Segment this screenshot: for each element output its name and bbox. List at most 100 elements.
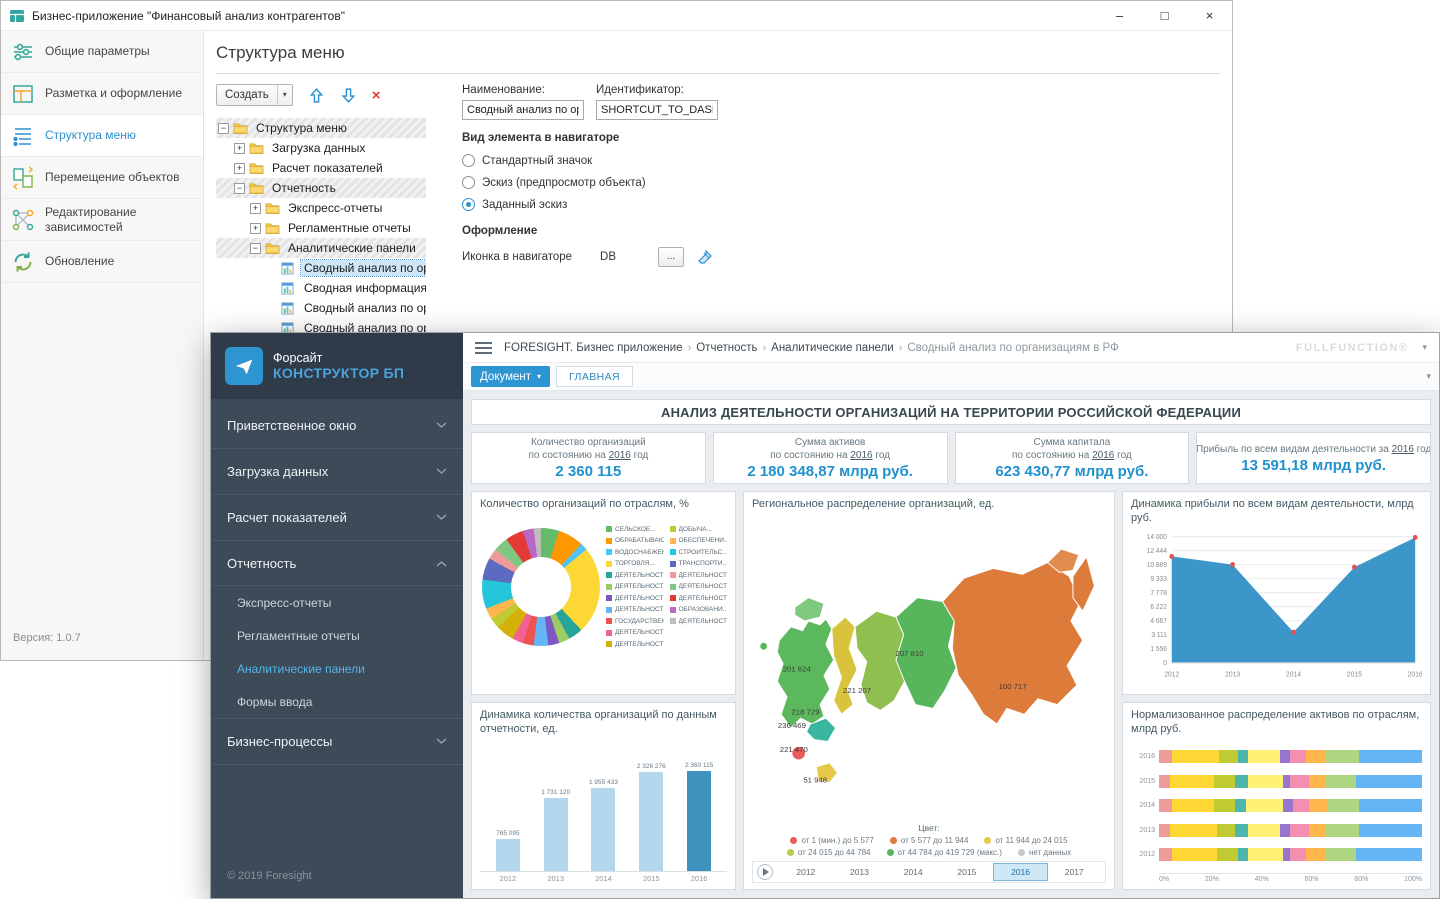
map-region[interactable] xyxy=(943,562,1083,723)
move-down-button[interactable] xyxy=(340,87,357,104)
sidebar-section-label: Бизнес-процессы xyxy=(227,734,332,749)
axis-tick-label: 2015 xyxy=(1131,778,1155,785)
timeline-year[interactable]: 2012 xyxy=(779,864,833,880)
name-input[interactable] xyxy=(462,100,584,120)
radio-option[interactable]: Эскиз (предпросмотр объекта) xyxy=(462,176,762,189)
radio-button[interactable] xyxy=(462,154,475,167)
stacked-row: 2013 xyxy=(1131,824,1422,837)
window-title: Бизнес-приложение "Финансовый анализ кон… xyxy=(32,9,345,23)
tree-node[interactable]: −Аналитические панели xyxy=(216,238,426,258)
move-up-button[interactable] xyxy=(308,87,325,104)
timeline-year[interactable]: 2016 xyxy=(994,864,1048,880)
breadcrumb-item[interactable]: FORESIGHT. Бизнес приложение xyxy=(504,342,683,354)
hamburger-icon[interactable] xyxy=(475,342,492,354)
axis-tick-label: 2012 xyxy=(487,874,529,883)
sidebar-item-general-params[interactable]: Общие параметры xyxy=(1,31,203,73)
legend-item: ДЕЯТЕЛЬНОСТЬ... xyxy=(606,583,664,590)
sidebar-subitem[interactable]: Аналитические панели xyxy=(211,652,463,685)
map-region[interactable] xyxy=(795,597,824,620)
legend-label: от 24 015 до 44 784 xyxy=(798,848,871,857)
sidebar-subitem[interactable]: Экспресс-отчеты xyxy=(211,586,463,619)
timeline-year[interactable]: 2017 xyxy=(1047,864,1101,880)
radio-button[interactable] xyxy=(462,176,475,189)
bar-value-label: 2 326 276 xyxy=(637,763,666,770)
stacked-segment xyxy=(1159,848,1172,861)
tree-node[interactable]: +Расчет показателей xyxy=(216,158,426,178)
tree-node[interactable]: Сводный анализ по орган xyxy=(216,298,426,318)
play-button[interactable] xyxy=(757,864,773,880)
sidebar-section-header[interactable]: Расчет показателей xyxy=(211,495,463,540)
header-dropdown-caret[interactable]: ▾ xyxy=(1422,342,1427,353)
document-menu-button[interactable]: Документ ▾ xyxy=(471,366,550,387)
chevron-down-icon xyxy=(436,514,447,521)
collapse-icon[interactable]: − xyxy=(250,243,261,254)
legend-swatch xyxy=(670,526,676,532)
minimize-button[interactable]: – xyxy=(1097,1,1142,31)
tree-node[interactable]: Сводный анализ по орган xyxy=(216,258,426,278)
breadcrumb-item[interactable]: Отчетность xyxy=(696,342,757,354)
breadcrumb-item[interactable]: Сводный анализ по организациям в РФ xyxy=(907,342,1118,354)
sidebar-section-label: Отчетность xyxy=(227,556,296,571)
sidebar-item-edit-dependencies[interactable]: Редактирование зависимостей xyxy=(1,199,203,241)
sidebar-item-menu-structure[interactable]: Структура меню xyxy=(1,115,203,157)
svg-text:2015: 2015 xyxy=(1347,670,1362,678)
sidebar-subitem[interactable]: Формы ввода xyxy=(211,685,463,718)
sidebar-subitem[interactable]: Регламентные отчеты xyxy=(211,619,463,652)
tree-node[interactable]: +Загрузка данных xyxy=(216,138,426,158)
maximize-button[interactable]: □ xyxy=(1142,1,1187,31)
kpi-year-link[interactable]: 2016 xyxy=(1392,444,1414,455)
navigator-icon-label: Иконка в навигаторе xyxy=(462,251,572,263)
timeline-year[interactable]: 2015 xyxy=(940,864,994,880)
map-legend-item: от 5 577 до 11 944 xyxy=(890,836,969,845)
sidebar-item-layout[interactable]: Разметка и оформление xyxy=(1,73,203,115)
tree-node[interactable]: +Экспресс-отчеты xyxy=(216,198,426,218)
tree-node[interactable]: −Отчетность xyxy=(216,178,426,198)
expand-icon[interactable]: + xyxy=(234,143,245,154)
close-button[interactable]: × xyxy=(1187,1,1232,31)
kpi-label: Сумма активовпо состоянию на 2016 год xyxy=(770,436,890,462)
collapse-icon[interactable]: − xyxy=(234,183,245,194)
expand-icon[interactable]: + xyxy=(234,163,245,174)
ribbon-collapse-caret[interactable]: ▾ xyxy=(1426,371,1431,382)
create-dropdown-caret[interactable]: ▾ xyxy=(277,85,292,105)
stacked-bar xyxy=(1159,824,1422,837)
clear-icon-button[interactable] xyxy=(696,248,714,266)
kpi-label-line1: Сумма капитала xyxy=(1012,436,1132,449)
sidebar-item-update[interactable]: Обновление xyxy=(1,241,203,283)
kpi-year-link[interactable]: 2016 xyxy=(609,450,631,461)
tree-node[interactable]: −Структура меню xyxy=(216,118,426,138)
legend-swatch xyxy=(670,549,676,555)
map-region[interactable] xyxy=(832,617,857,714)
create-button-label: Создать xyxy=(217,89,277,101)
delete-button[interactable]: × xyxy=(372,87,381,104)
kpi-value: 13 591,18 млрд руб. xyxy=(1241,457,1386,474)
browse-button[interactable]: ... xyxy=(658,247,684,267)
stacked-segment xyxy=(1248,750,1280,763)
kpi-year-link[interactable]: 2016 xyxy=(1092,450,1114,461)
breadcrumb-item[interactable]: Аналитические панели xyxy=(771,342,894,354)
timeline-year[interactable]: 2013 xyxy=(833,864,887,880)
bar-value-label: 765 095 xyxy=(496,830,520,837)
legend-label: ДЕЯТЕЛЬНОСТЬ... xyxy=(679,583,728,590)
sidebar-section-header[interactable]: Отчетность xyxy=(211,541,463,586)
expand-icon[interactable]: + xyxy=(250,203,261,214)
sidebar-section-header[interactable]: Бизнес-процессы xyxy=(211,719,463,764)
radio-option[interactable]: Стандартный значок xyxy=(462,154,762,167)
radio-option[interactable]: Заданный эскиз xyxy=(462,198,762,211)
collapse-icon[interactable]: − xyxy=(218,123,229,134)
sidebar-item-move-objects[interactable]: Перемещение объектов xyxy=(1,157,203,199)
tab-main[interactable]: ГЛАВНАЯ xyxy=(556,366,633,387)
sidebar-section-header[interactable]: Приветственное окно xyxy=(211,403,463,448)
sidebar-section-header[interactable]: Загрузка данных xyxy=(211,449,463,494)
map-legend-item: от 24 015 до 44 784 xyxy=(787,848,871,857)
create-button[interactable]: Создать ▾ xyxy=(216,84,293,106)
timeline-year[interactable]: 2014 xyxy=(886,864,940,880)
identifier-input[interactable] xyxy=(596,100,718,120)
tree-node[interactable]: +Регламентные отчеты xyxy=(216,218,426,238)
tree-node[interactable]: Сводная информация по о xyxy=(216,278,426,298)
map-region[interactable] xyxy=(760,642,768,650)
expand-icon[interactable]: + xyxy=(250,223,261,234)
chart-title: Нормализованное распределение активов по… xyxy=(1131,709,1422,737)
radio-button[interactable] xyxy=(462,198,475,211)
kpi-year-link[interactable]: 2016 xyxy=(850,450,872,461)
